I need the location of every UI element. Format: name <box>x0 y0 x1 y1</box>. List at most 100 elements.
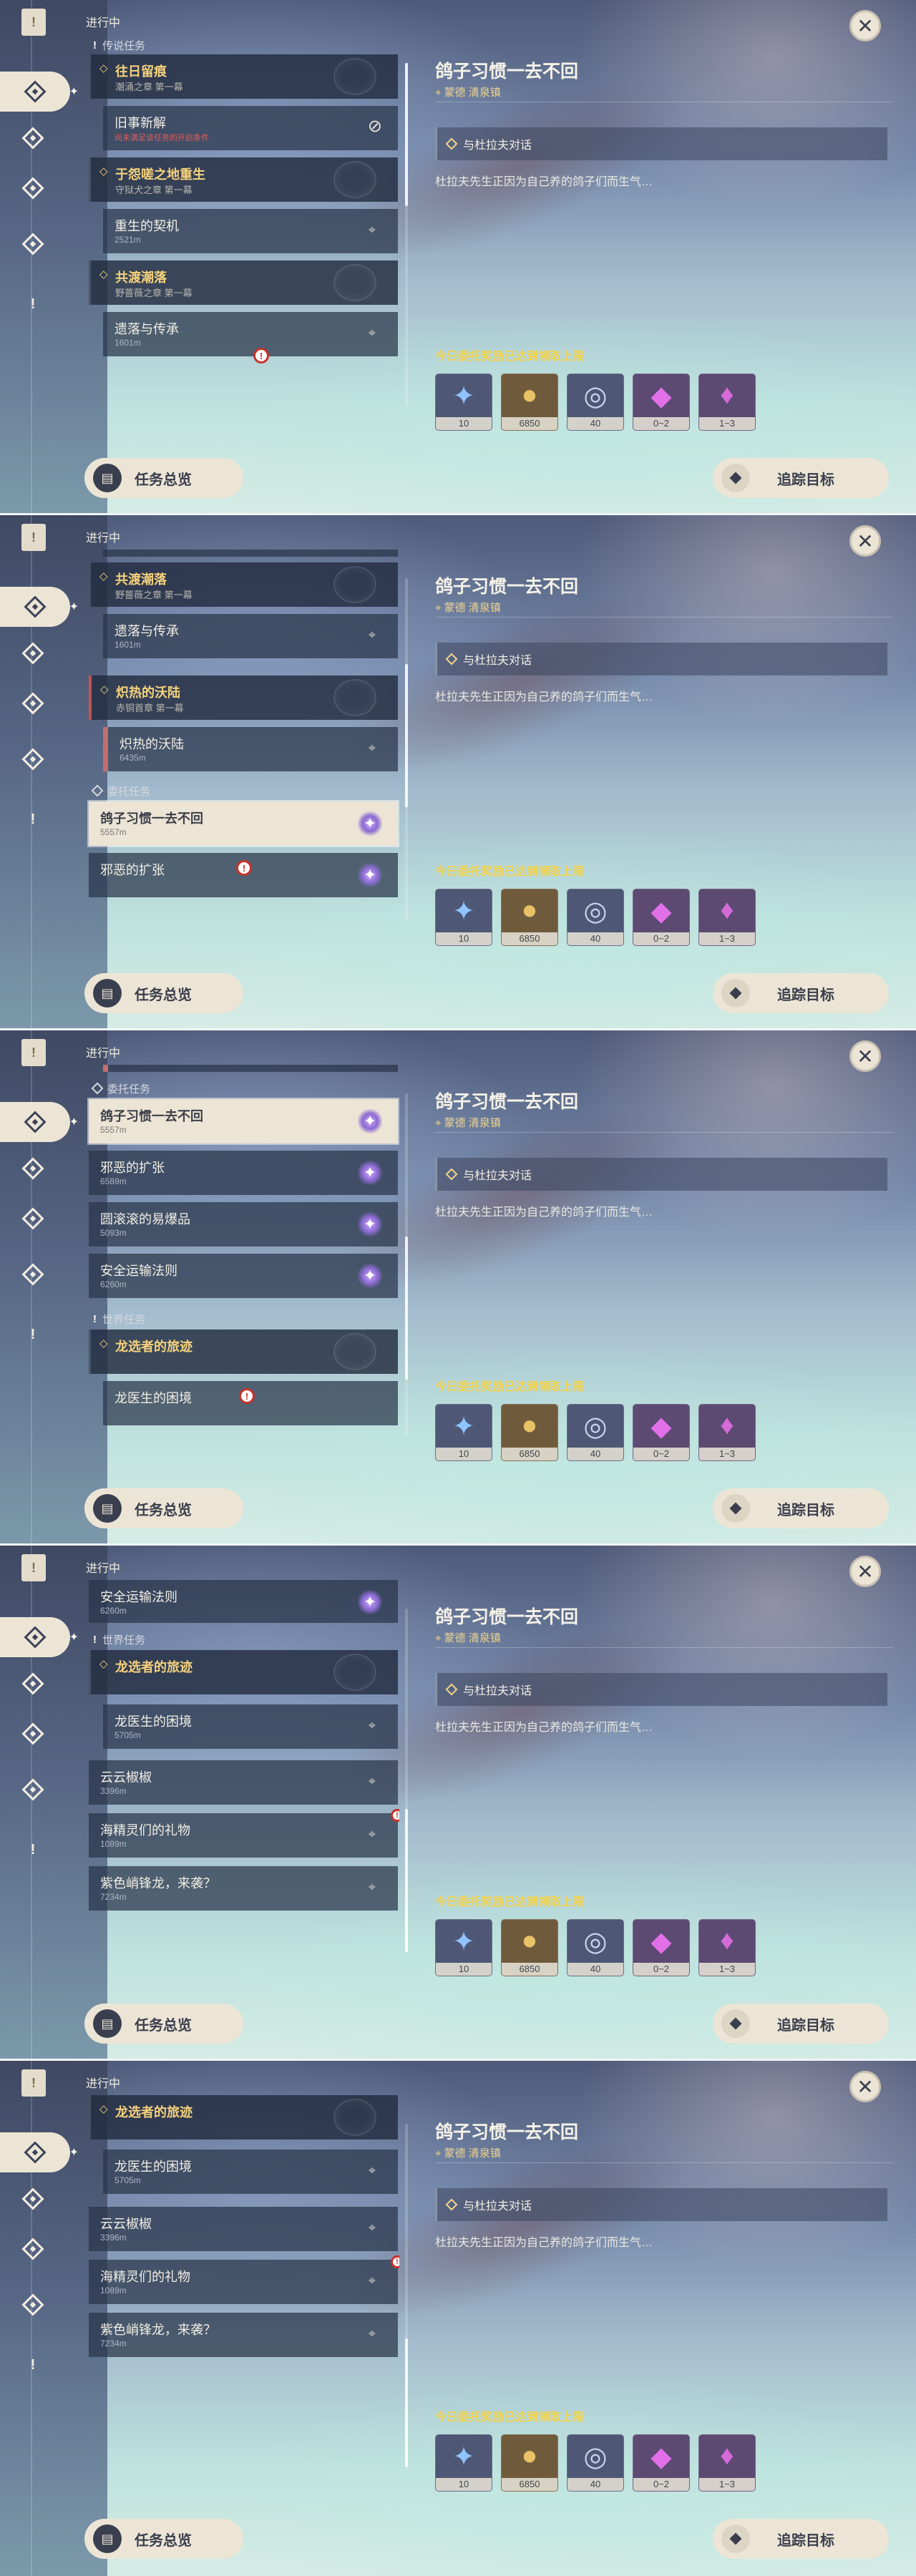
quest-scrollbar[interactable] <box>405 63 408 406</box>
tab-alert[interactable]: ! <box>22 293 44 315</box>
scroll-thumb[interactable] <box>405 1236 408 1380</box>
reward-item[interactable]: ◎ 40 <box>567 1919 624 1976</box>
tab-event[interactable] <box>21 1263 44 1286</box>
reward-item[interactable]: ● 6850 <box>501 889 558 946</box>
quest-item[interactable]: 龙医生的困境 5705m ⌖ <box>103 2150 398 2194</box>
track-quest-button[interactable]: 追踪目标 <box>713 2004 889 2044</box>
quest-scrollbar[interactable] <box>405 2124 408 2467</box>
map-pin-icon[interactable]: ⌖ <box>365 223 379 240</box>
quest-item[interactable]: 遗落与传承 1601m ⌖ <box>103 614 398 658</box>
map-pin-icon[interactable]: ⌖ <box>365 1880 379 1897</box>
reward-item[interactable]: ✦ 10 <box>435 1404 492 1461</box>
close-button[interactable]: ✕ <box>849 1556 881 1587</box>
chapter-item[interactable]: ◇ 往日留痕 潮涌之章 第一幕 <box>89 54 398 99</box>
map-pin-icon[interactable]: ⌖ <box>365 1774 379 1791</box>
quest-list[interactable]: 2521m ◇ 共渡潮落 野蔷薇之章 第一幕 遗落与传承 1601m ⌖ ◇ 炽… <box>86 550 399 929</box>
close-button[interactable]: ✕ <box>849 10 881 42</box>
quest-item[interactable]: 海精灵们的礼物 1089m ⌖ ! <box>89 2255 399 2304</box>
quest-item[interactable]: 邪恶的扩张 6589m ✦ <box>89 1151 398 1195</box>
tab-alert[interactable]: ! <box>22 1324 44 1345</box>
reward-item[interactable]: ● 6850 <box>501 374 558 431</box>
quest-item[interactable]: 邪恶的扩张 ✦ ! <box>89 853 398 897</box>
reward-item[interactable]: ♦ 1~3 <box>698 1404 756 1461</box>
map-pin-icon[interactable]: ⌖ <box>365 2326 379 2343</box>
reward-item[interactable]: ● 6850 <box>501 2434 558 2492</box>
reward-item[interactable]: ◎ 40 <box>567 1404 624 1461</box>
chapter-item[interactable]: ◇ 炽热的沃陆 赤铜首章 第一幕 <box>89 675 398 720</box>
scroll-thumb[interactable] <box>405 1809 408 1952</box>
tab-alert[interactable]: ! <box>22 1839 44 1860</box>
quest-item[interactable]: 旧事新解 尚未满足该任务的开启条件 ⊘ <box>103 106 398 150</box>
tab-event[interactable] <box>21 748 44 771</box>
quest-overview-button[interactable]: ▤ 任务总览 <box>84 973 243 1013</box>
map-pin-icon[interactable]: ⌖ <box>365 741 379 758</box>
reward-item[interactable]: ● 6850 <box>501 1404 558 1461</box>
tab-event[interactable] <box>21 233 44 255</box>
reward-item[interactable]: ◆ 0~2 <box>633 1404 690 1461</box>
reward-item[interactable]: ✦ 10 <box>435 889 492 946</box>
map-pin-icon[interactable]: ⌖ <box>365 1718 379 1735</box>
tab-event[interactable] <box>21 1778 44 1801</box>
tab-story[interactable] <box>21 2187 44 2210</box>
reward-item[interactable]: ♦ 1~3 <box>698 2434 756 2492</box>
reward-item[interactable]: ✦ 10 <box>435 2434 492 2492</box>
quest-item[interactable]: 云云椒椒 3396m ⌖ <box>89 2207 398 2251</box>
map-pin-icon[interactable]: ⌖ <box>365 2163 379 2180</box>
quest-scrollbar[interactable] <box>405 1093 408 1437</box>
close-button[interactable]: ✕ <box>849 2071 881 2102</box>
scroll-thumb[interactable] <box>405 63 408 206</box>
tab-story[interactable] <box>21 127 44 150</box>
map-pin-icon[interactable]: ⌖ <box>365 628 379 645</box>
close-button[interactable]: ✕ <box>849 525 881 557</box>
tab-commissions[interactable] <box>0 1102 79 1142</box>
track-quest-button[interactable]: 追踪目标 <box>713 2519 889 2559</box>
quest-list[interactable]: ! 传说任务 ◇ 往日留痕 潮涌之章 第一幕 旧事新解 尚未满足该任务的开启条件 … <box>86 34 399 414</box>
quest-item[interactable]: 云云椒椒 3396m ⌖ <box>89 1760 398 1805</box>
scroll-thumb[interactable] <box>405 664 408 807</box>
reward-item[interactable]: ♦ 1~3 <box>698 374 756 431</box>
chapter-item[interactable]: ◇ 共渡潮落 野蔷薇之章 第一幕 <box>89 260 398 305</box>
quest-scrollbar[interactable] <box>405 1609 408 1952</box>
map-pin-icon[interactable]: ⌖ <box>365 2220 379 2238</box>
tab-commissions[interactable] <box>0 1617 79 1657</box>
tab-world[interactable] <box>21 1207 44 1230</box>
reward-item[interactable]: ✦ 10 <box>435 1919 492 1976</box>
reward-item[interactable]: ◆ 0~2 <box>633 889 690 946</box>
quest-item-selected[interactable]: 鸽子习惯一去不回 5557m ✦ <box>89 801 398 846</box>
map-pin-icon[interactable]: ⌖ <box>365 2273 379 2290</box>
reward-item[interactable]: ✦ 10 <box>435 374 492 431</box>
quest-overview-button[interactable]: ▤ 任务总览 <box>84 2004 243 2044</box>
tab-commissions[interactable] <box>0 2132 79 2172</box>
quest-item[interactable]: 海精灵们的礼物 1089m ⌖ ! <box>89 1809 399 1858</box>
chapter-item[interactable]: ◇ 于怨嗟之地重生 守狱犬之章 第一幕 <box>89 157 398 202</box>
quest-item[interactable]: 遗落与传承 1601m ⌖ ! <box>103 312 398 364</box>
reward-item[interactable]: ♦ 1~3 <box>698 889 756 946</box>
quest-item[interactable]: 2521m <box>103 550 398 557</box>
tab-alert[interactable]: ! <box>22 2354 44 2376</box>
close-button[interactable]: ✕ <box>849 1040 881 1072</box>
tab-commissions[interactable] <box>0 587 79 627</box>
quest-list[interactable]: ◇ 龙选者的旅迹 龙医生的困境 5705m ⌖ 云云椒椒 3396m ⌖ 海精灵… <box>86 2095 399 2474</box>
track-quest-button[interactable]: 追踪目标 <box>713 1488 889 1528</box>
map-pin-icon[interactable]: ⌖ <box>365 326 379 343</box>
reward-item[interactable]: ● 6850 <box>501 1919 558 1976</box>
tab-commissions[interactable] <box>0 72 79 112</box>
tab-event[interactable] <box>21 2293 44 2316</box>
quest-list[interactable]: 6435m 委托任务 鸽子习惯一去不回 5557m ✦ 邪恶的扩张 6589m … <box>86 1065 399 1444</box>
tab-world[interactable] <box>21 692 44 715</box>
quest-item[interactable]: 龙医生的困境 5705m ⌖ <box>103 1704 398 1749</box>
chapter-item[interactable]: ◇ 龙选者的旅迹 <box>89 1650 398 1694</box>
chapter-item[interactable]: ◇ 龙选者的旅迹 <box>89 2095 398 2140</box>
tab-story[interactable] <box>21 1157 44 1180</box>
track-quest-button[interactable]: 追踪目标 <box>713 973 889 1013</box>
quest-item[interactable]: 安全运输法则 6260m ✦ <box>89 1580 398 1623</box>
reward-item[interactable]: ♦ 1~3 <box>698 1919 756 1976</box>
tab-world[interactable] <box>21 1722 44 1745</box>
quest-overview-button[interactable]: ▤ 任务总览 <box>84 2519 243 2559</box>
quest-list[interactable]: 安全运输法则 6260m ✦ ! 世界任务 ◇ 龙选者的旅迹 龙医生的困境 570… <box>86 1580 399 1959</box>
quest-item[interactable]: 重生的契机 2521m ⌖ <box>103 209 398 253</box>
tab-world[interactable] <box>21 177 44 200</box>
quest-item[interactable]: 炽热的沃陆 6435m ⌖ <box>103 727 398 771</box>
quest-item-selected[interactable]: 鸽子习惯一去不回 5557m ✦ <box>89 1099 398 1143</box>
quest-item[interactable]: 安全运输法则 6260m ✦ <box>89 1254 398 1298</box>
